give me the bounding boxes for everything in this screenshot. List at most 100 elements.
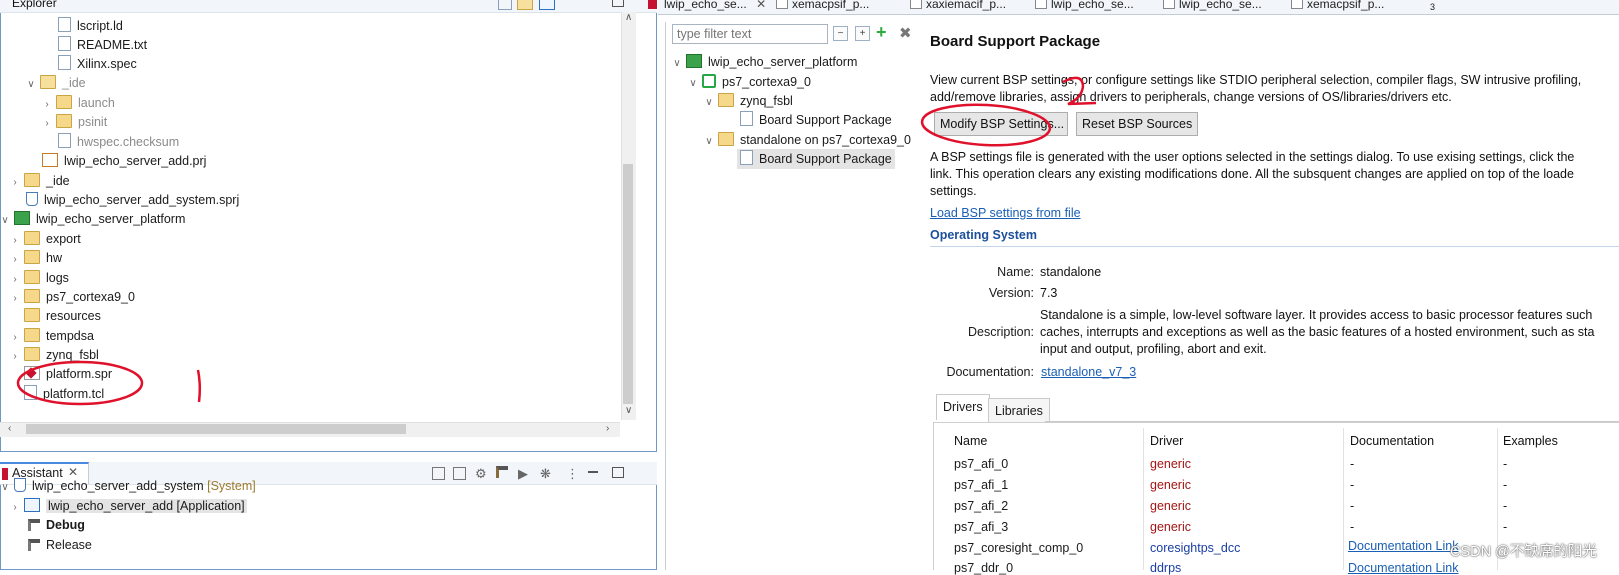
tab-editor-3[interactable]: xaxiemacif_p... (910, 0, 1006, 13)
system-project-icon (26, 192, 38, 206)
tree-item-logs[interactable]: › logs (10, 268, 69, 288)
chevron-right-icon[interactable]: › (10, 173, 20, 193)
tree-item-ide[interactable]: ∨ _ide (26, 73, 86, 93)
application-icon (24, 498, 40, 512)
debug-icon[interactable]: ❋ (540, 466, 551, 482)
scroll-down-icon[interactable]: ∨ (625, 405, 632, 416)
documentation-label: Documentation: (946, 365, 1034, 379)
tree-item-launch[interactable]: › launch (42, 93, 115, 113)
tree-item-ide-2[interactable]: › _ide (10, 171, 70, 191)
chevron-right-icon[interactable]: › (10, 289, 20, 309)
tree-item-lscript[interactable]: lscript.ld (58, 16, 123, 36)
tree-item-hwspec-checksum[interactable]: hwspec.checksum (58, 132, 179, 152)
collapse-all-icon[interactable] (498, 0, 512, 10)
column-header-documentation[interactable]: Documentation (1350, 434, 1434, 448)
folder-icon (24, 270, 40, 284)
tree-item-export[interactable]: › export (10, 229, 81, 249)
chevron-down-icon[interactable]: ∨ (704, 93, 714, 113)
remove-icon[interactable]: ✖ (899, 24, 912, 42)
view-menu-icon[interactable] (539, 0, 555, 10)
tab-editor-2[interactable]: xemacpsif_p... (776, 0, 869, 13)
load-bsp-settings-link[interactable]: Load BSP settings from file (930, 206, 1081, 220)
gear-icon[interactable]: ⚙ (475, 466, 487, 482)
table-row-examples: - (1503, 520, 1508, 534)
column-header-name[interactable]: Name (954, 434, 987, 448)
collapse-all-icon[interactable] (432, 467, 445, 480)
assistant-item-application[interactable]: › lwip_echo_server_add [Application] (10, 496, 247, 516)
filter-input[interactable] (672, 24, 828, 44)
bsp-tree-ps7-cortexa9[interactable]: ∨ ps7_cortexa9_0 (688, 72, 811, 92)
explorer-hscroll-thumb[interactable] (26, 424, 406, 434)
documentation-link[interactable]: Documentation Link (1348, 561, 1458, 575)
folder-icon (24, 231, 40, 245)
explorer-vscroll-thumb[interactable] (623, 164, 633, 404)
add-icon[interactable]: + (876, 22, 887, 43)
tree-item-platform-tcl[interactable]: platform.tcl (24, 384, 104, 404)
chevron-down-icon[interactable]: ∨ (0, 478, 10, 498)
tree-item-resources[interactable]: resources (24, 306, 101, 326)
tree-item-xilinx-spec[interactable]: Xilinx.spec (58, 54, 137, 74)
tab-drivers[interactable]: Drivers (936, 394, 990, 420)
scroll-right-icon[interactable]: › (606, 423, 609, 434)
chevron-right-icon[interactable]: › (10, 498, 20, 518)
bsp-tree-bsp-fsbl[interactable]: Board Support Package (740, 110, 892, 130)
tree-item-platform[interactable]: ∨ lwip_echo_server_platform (0, 209, 185, 229)
chevron-right-icon[interactable]: › (10, 347, 20, 367)
chevron-down-icon[interactable]: ∨ (0, 211, 10, 231)
assistant-item-system[interactable]: ∨ lwip_echo_server_add_system [System] (0, 476, 256, 496)
tab-editor-5[interactable]: lwip_echo_se... (1163, 0, 1262, 13)
column-header-driver[interactable]: Driver (1150, 434, 1183, 448)
documentation-link[interactable]: Documentation Link (1348, 539, 1458, 553)
link-editor-icon[interactable] (517, 0, 533, 10)
scroll-left-icon[interactable]: ‹ (8, 423, 11, 434)
tab-overflow-count[interactable]: 3 (1430, 2, 1435, 18)
build-icon[interactable] (496, 466, 508, 478)
assistant-item-debug[interactable]: Debug (28, 515, 85, 535)
bsp-tree-platform[interactable]: ∨ lwip_echo_server_platform (672, 52, 857, 72)
table-row-name: ps7_coresight_comp_0 (954, 541, 1084, 555)
tree-item-readme[interactable]: README.txt (58, 35, 147, 55)
description-line2: caches, interrupts and exceptions as wel… (1040, 325, 1595, 339)
bsp-tree-bsp-standalone[interactable]: Board Support Package (737, 149, 895, 169)
expand-all-icon[interactable]: + (855, 26, 870, 41)
tab-editor-6[interactable]: xemacpsif_p... (1291, 0, 1384, 13)
chevron-right-icon[interactable]: › (42, 114, 52, 134)
column-header-examples[interactable]: Examples (1503, 434, 1558, 448)
folder-open-icon (40, 75, 56, 89)
tree-item-tempdsa[interactable]: › tempdsa (10, 326, 94, 346)
tree-item-ps7-cortexa9[interactable]: › ps7_cortexa9_0 (10, 287, 135, 307)
view-menu-icon[interactable]: ⋮ (566, 466, 579, 482)
folder-icon (56, 114, 72, 128)
tree-item-sprj[interactable]: lwip_echo_server_add_system.sprj (26, 190, 239, 210)
chevron-down-icon[interactable]: ∨ (688, 74, 698, 94)
chevron-down-icon[interactable]: ∨ (672, 54, 682, 74)
name-label: Name: (997, 265, 1034, 279)
c-file-icon (910, 0, 922, 9)
tree-item-hw[interactable]: › hw (10, 248, 62, 268)
tree-item-psinit[interactable]: › psinit (42, 112, 107, 132)
collapse-all-icon[interactable]: − (833, 26, 848, 41)
tab-editor-1[interactable]: lwip_echo_se... ✕ (648, 0, 766, 13)
tree-item-zynq-fsbl[interactable]: › zynq_fsbl (10, 345, 99, 365)
maximize-icon[interactable] (612, 467, 624, 478)
chevron-right-icon[interactable]: › (10, 250, 20, 270)
assistant-item-release[interactable]: Release (28, 535, 92, 555)
bsp-tree-standalone[interactable]: ∨ standalone on ps7_cortexa9_0 (704, 130, 911, 150)
bsp-tree-zynq-fsbl[interactable]: ∨ zynq_fsbl (704, 91, 793, 111)
modify-bsp-settings-button[interactable]: Modify BSP Settings... (934, 112, 1068, 136)
chevron-down-icon[interactable]: ∨ (26, 75, 36, 95)
tab-editor-4[interactable]: lwip_echo_se... (1035, 0, 1134, 13)
maximize-icon[interactable] (612, 0, 624, 7)
standalone-documentation-link[interactable]: standalone_v7_3 (1041, 365, 1136, 379)
folder-icon (56, 95, 72, 109)
chevron-down-icon[interactable]: ∨ (704, 132, 714, 152)
tab-libraries[interactable]: Libraries (988, 398, 1050, 422)
scroll-up-icon[interactable]: ∧ (625, 12, 632, 23)
tree-item-prj[interactable]: lwip_echo_server_add.prj (42, 151, 206, 171)
reset-bsp-sources-button[interactable]: Reset BSP Sources (1076, 112, 1198, 136)
close-icon[interactable]: ✕ (756, 0, 766, 11)
expand-all-icon[interactable] (453, 467, 466, 480)
run-icon[interactable]: ▶ (518, 466, 528, 482)
minimize-icon[interactable] (588, 471, 598, 473)
tree-item-platform-spr[interactable]: platform.spr (24, 364, 112, 384)
